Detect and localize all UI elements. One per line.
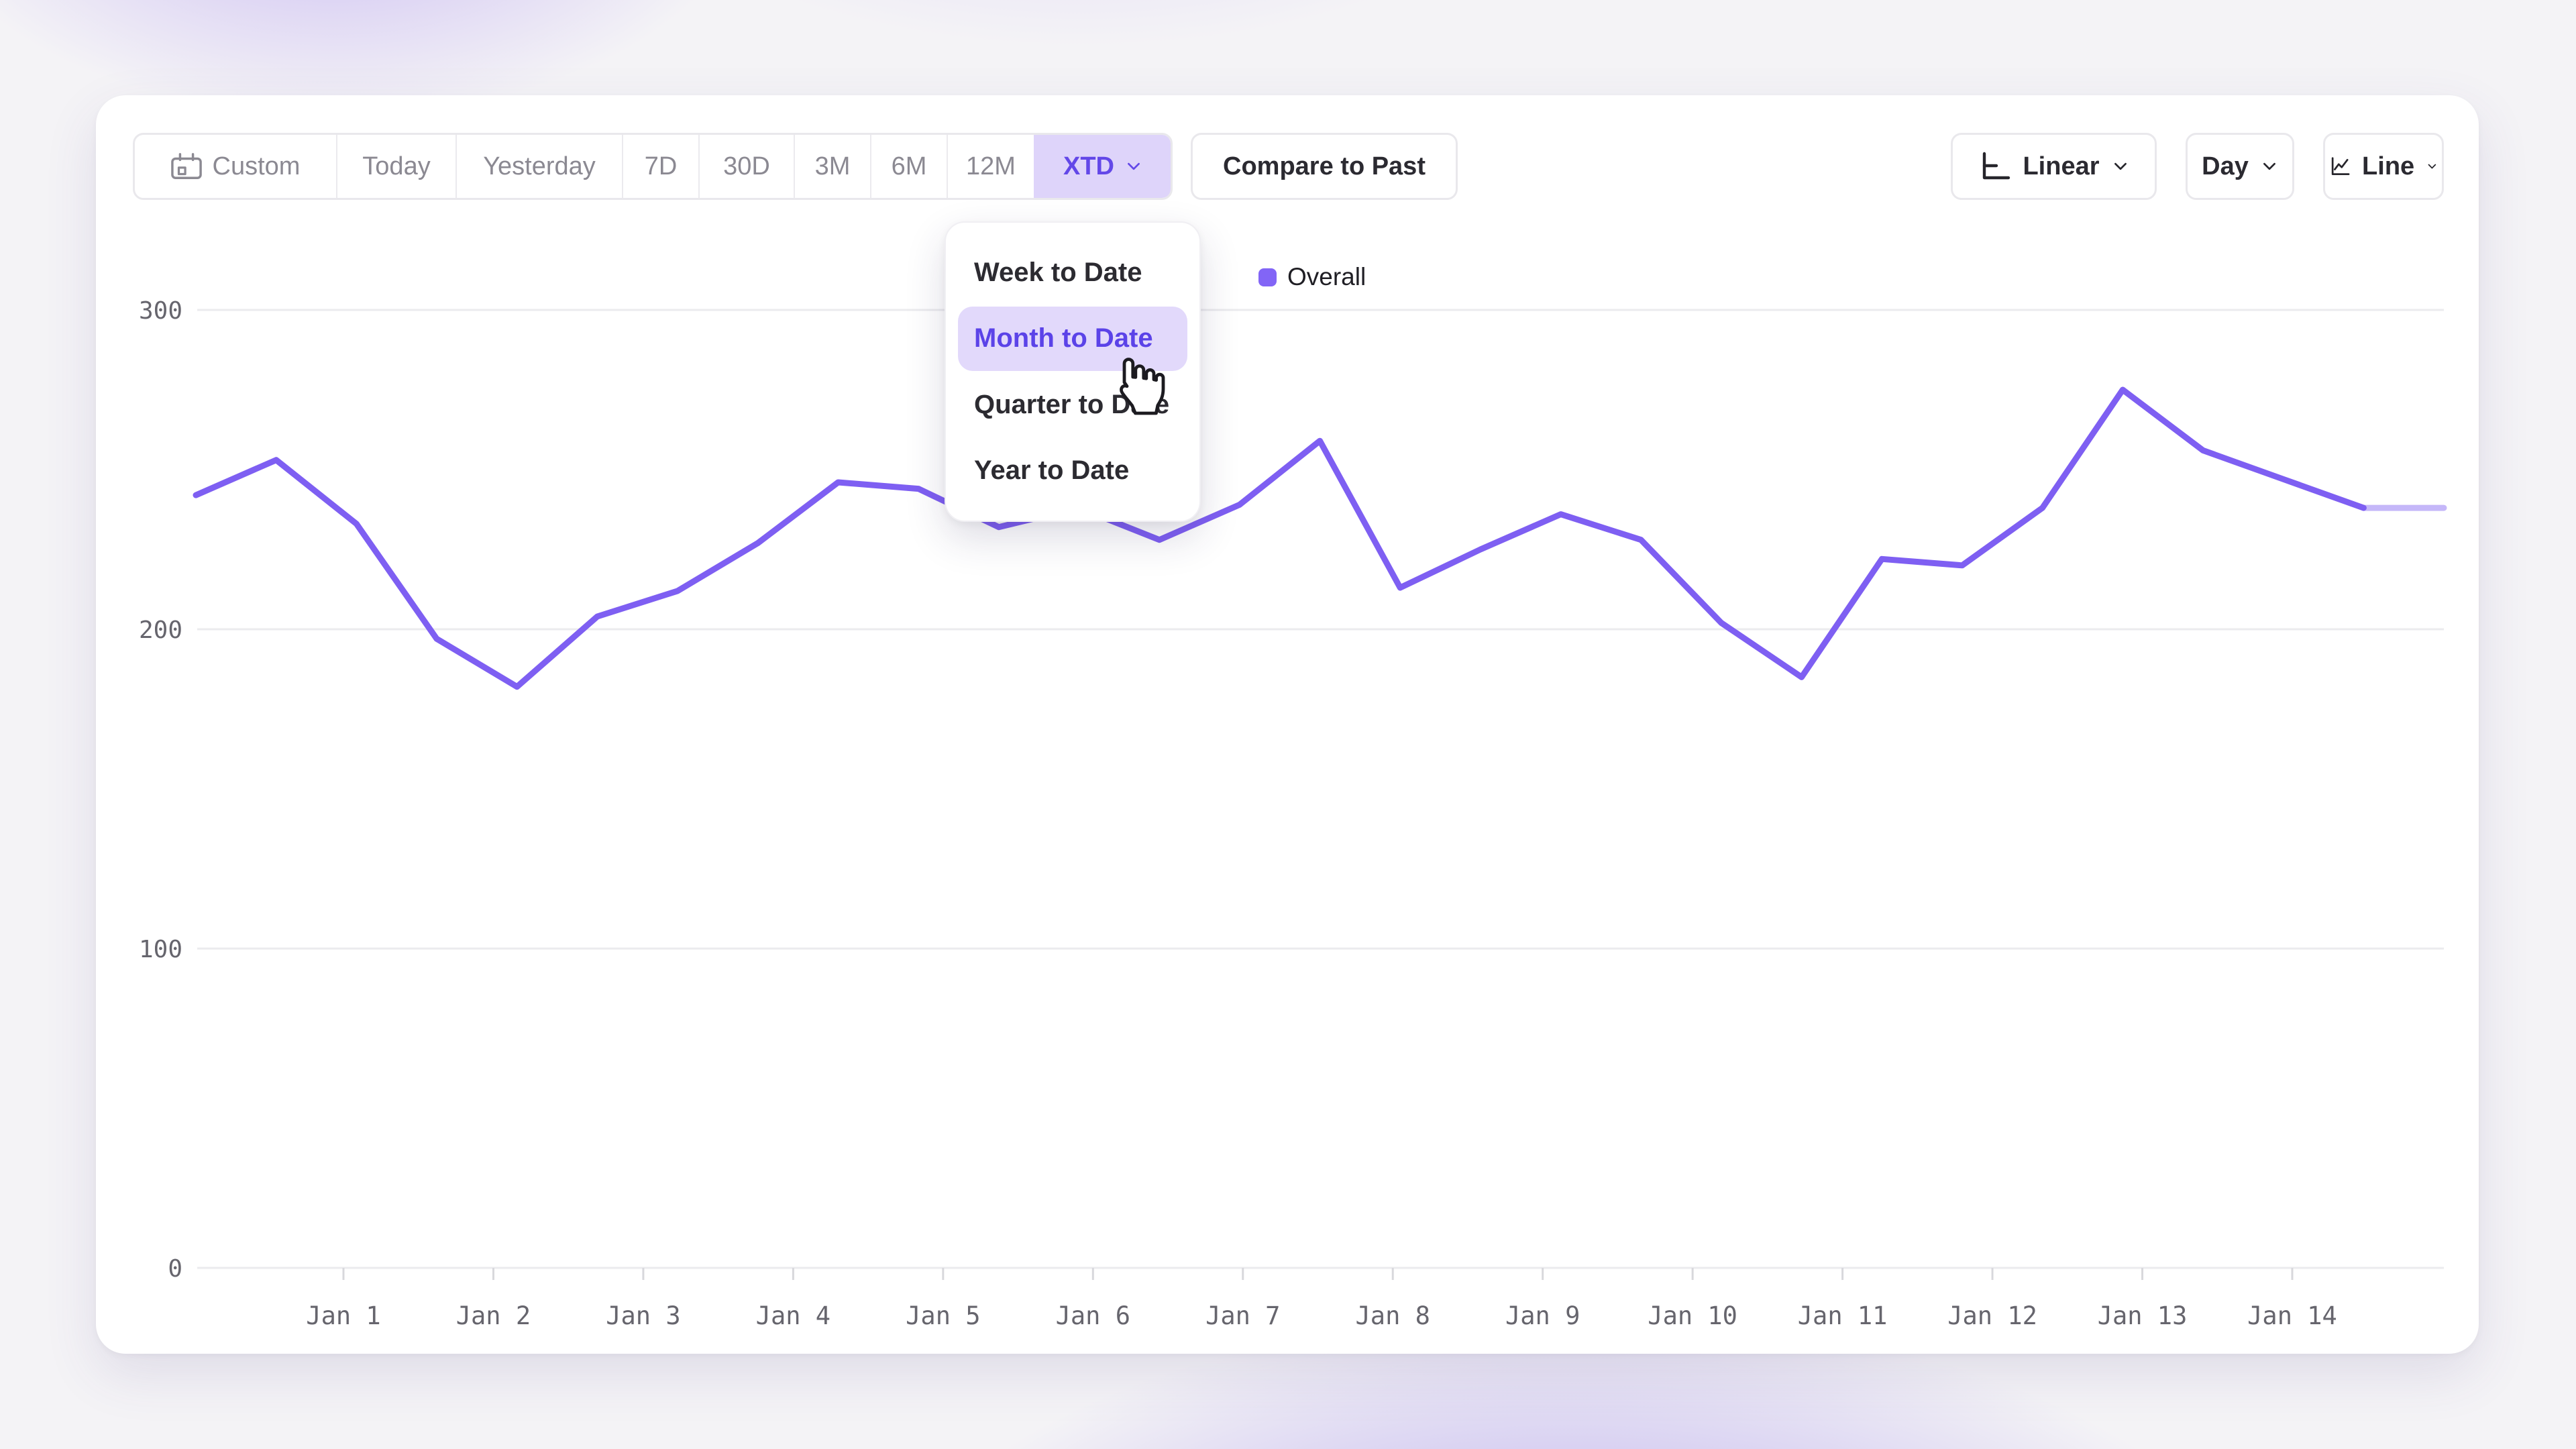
range-button-label: 3M bbox=[815, 152, 851, 181]
range-button-label: XTD bbox=[1063, 152, 1114, 181]
range-button-label: Yesterday bbox=[483, 152, 596, 181]
range-button-6m[interactable]: 6M bbox=[870, 135, 947, 198]
range-button-7d[interactable]: 7D bbox=[622, 135, 698, 198]
range-button-label: 6M bbox=[892, 152, 927, 181]
compare-to-past-button[interactable]: Compare to Past bbox=[1191, 133, 1458, 200]
control-label: Linear bbox=[2023, 152, 2099, 181]
range-button-label: Today bbox=[362, 152, 430, 181]
range-button-30d[interactable]: 30D bbox=[698, 135, 794, 198]
chevron-down-icon bbox=[2426, 158, 2438, 175]
range-button-label: 30D bbox=[723, 152, 770, 181]
line-select-button[interactable]: Line bbox=[2323, 133, 2444, 200]
range-button-12m[interactable]: 12M bbox=[947, 135, 1034, 198]
control-label: Line bbox=[2362, 152, 2414, 181]
legend-swatch-overall bbox=[1258, 268, 1277, 286]
range-button-yesterday[interactable]: Yesterday bbox=[455, 135, 622, 198]
legend[interactable]: Overall bbox=[1258, 263, 1366, 291]
dropdown-item-label: Month to Date bbox=[974, 323, 1153, 354]
chevron-down-icon bbox=[1125, 158, 1142, 175]
control-label: Day bbox=[2202, 152, 2249, 181]
hand-cursor-icon bbox=[1108, 354, 1166, 419]
chevron-down-icon bbox=[2112, 158, 2129, 175]
calendar-icon bbox=[171, 151, 202, 182]
time-range-segmented-control: Custom Today Yesterday 7D 30D 3M 6M 12M XTD bbox=[133, 133, 1173, 200]
axis-linear-icon bbox=[1978, 150, 2010, 182]
range-button-xtd[interactable]: XTD bbox=[1034, 135, 1171, 198]
range-button-custom[interactable]: Custom bbox=[135, 135, 336, 198]
day-select-button[interactable]: Day bbox=[2186, 133, 2294, 200]
chevron-down-icon bbox=[2261, 158, 2278, 175]
range-button-label: 7D bbox=[645, 152, 678, 181]
dropdown-item-label: Year to Date bbox=[974, 455, 1129, 486]
range-button-3m[interactable]: 3M bbox=[794, 135, 870, 198]
linear-select-button[interactable]: Linear bbox=[1951, 133, 2157, 200]
dropdown-item-week-to-date[interactable]: Week to Date bbox=[958, 240, 1187, 305]
line-chart-icon bbox=[2329, 150, 2350, 182]
range-button-today[interactable]: Today bbox=[336, 135, 455, 198]
legend-label: Overall bbox=[1287, 263, 1366, 291]
dropdown-item-year-to-date[interactable]: Year to Date bbox=[958, 439, 1187, 503]
range-button-label: Custom bbox=[213, 152, 301, 181]
dropdown-item-label: Week to Date bbox=[974, 258, 1142, 288]
range-button-label: 12M bbox=[966, 152, 1016, 181]
